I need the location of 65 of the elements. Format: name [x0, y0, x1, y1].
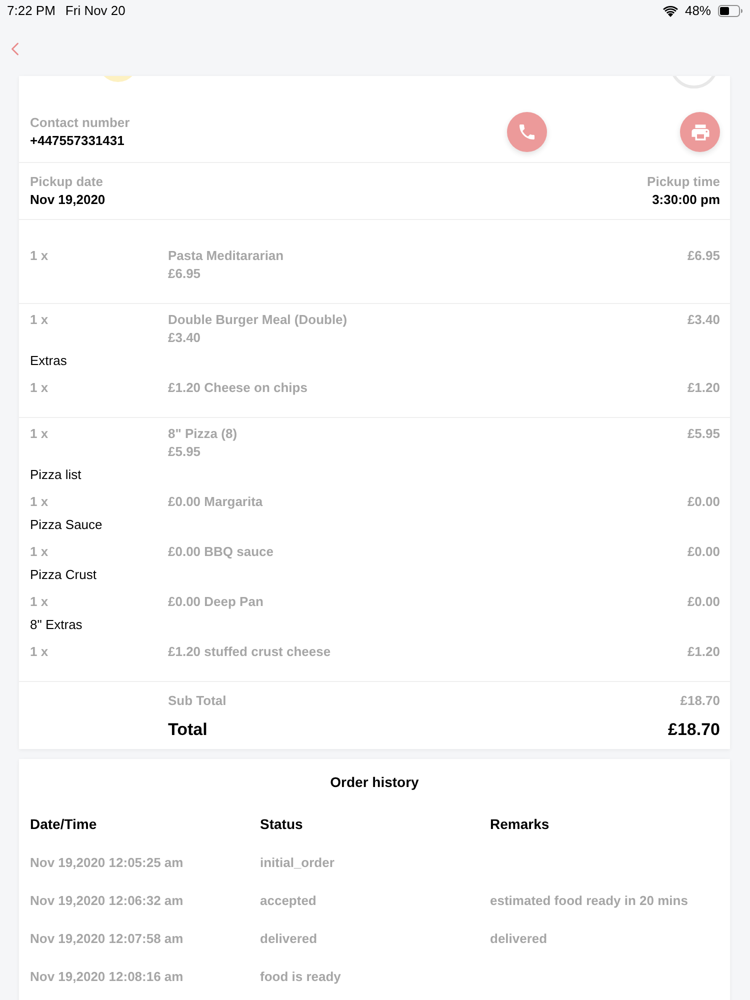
- item-price: £3.40: [687, 311, 720, 329]
- option-group-title: Pizza list: [30, 466, 82, 484]
- battery-percentage: 48%: [684, 2, 711, 20]
- item-quantity: 1 x: [30, 425, 50, 443]
- subtotal-amount: £18.70: [680, 692, 720, 710]
- option-group-title: 8" Extras: [30, 616, 82, 634]
- remarks-cell: delivered: [490, 931, 548, 946]
- item-unit-price: £5.95: [168, 443, 201, 461]
- column-header: Remarks: [490, 816, 550, 832]
- item-price: £5.95: [687, 425, 720, 443]
- option-name: £1.20 Cheese on chips: [168, 379, 308, 397]
- item-quantity: 1 x: [30, 247, 50, 265]
- column-header: Date/Time: [30, 816, 97, 832]
- order-history-title: Order history: [330, 773, 419, 792]
- item-name: 8" Pizza (8): [168, 425, 238, 443]
- datetime-cell: Nov 19,2020 12:07:58 am: [30, 931, 184, 946]
- column-header: Status: [260, 816, 303, 832]
- item-name: Double Burger Meal (Double): [168, 311, 348, 329]
- pickup-date: Nov 19,2020: [30, 191, 106, 209]
- print-button[interactable]: [680, 112, 720, 152]
- option-name: £1.20 stuffed crust cheese: [168, 643, 332, 661]
- phone-icon: [517, 122, 537, 142]
- pickup-time: 3:30:00 pm: [652, 191, 720, 209]
- contact-number: +447557331431: [30, 132, 124, 150]
- status-cell: food is ready: [260, 969, 341, 984]
- option-price: £0.00: [687, 593, 720, 611]
- item-price: £6.95: [687, 247, 720, 265]
- item-unit-price: £6.95: [168, 265, 201, 283]
- option-group-title: Pizza Crust: [30, 566, 96, 584]
- datetime-cell: Nov 19,2020 12:05:25 am: [30, 855, 184, 870]
- option-name: £0.00 Deep Pan: [168, 593, 264, 611]
- option-price: £0.00: [687, 493, 720, 511]
- option-price: £1.20: [687, 379, 720, 397]
- total-amount: £18.70: [668, 719, 720, 741]
- status-time: 7:22 PM: [7, 2, 56, 20]
- pickup-time-label: Pickup time: [647, 173, 720, 191]
- option-price: £1.20: [687, 643, 720, 661]
- call-button[interactable]: [507, 112, 547, 152]
- item-name: Pasta Meditararian: [168, 247, 284, 265]
- status-cell: accepted: [260, 893, 316, 908]
- subtotal-label: Sub Total: [168, 692, 226, 710]
- datetime-cell: Nov 19,2020 12:06:32 am: [30, 893, 184, 908]
- option-price: £0.00: [687, 543, 720, 561]
- option-quantity: 1 x: [30, 643, 50, 661]
- option-name: £0.00 Margarita: [168, 493, 264, 511]
- datetime-cell: Nov 19,2020 12:08:16 am: [30, 969, 184, 984]
- option-group-title: Extras: [30, 352, 67, 370]
- item-unit-price: £3.40: [168, 329, 201, 347]
- option-name: £0.00 BBQ sauce: [168, 543, 275, 561]
- option-quantity: 1 x: [30, 493, 50, 511]
- wifi-icon: [662, 6, 678, 16]
- status-date: Fri Nov 20: [65, 2, 126, 20]
- battery-icon: [718, 5, 743, 17]
- item-quantity: 1 x: [30, 311, 50, 329]
- pickup-date-label: Pickup date: [30, 173, 103, 191]
- print-icon: [690, 122, 710, 142]
- total-label: Total: [168, 719, 208, 741]
- remarks-cell: estimated food ready in 20 mins: [490, 893, 688, 908]
- status-cell: initial_order: [260, 855, 334, 870]
- status-cell: delivered: [260, 931, 318, 946]
- option-quantity: 1 x: [30, 379, 50, 397]
- option-quantity: 1 x: [30, 593, 50, 611]
- option-quantity: 1 x: [30, 543, 50, 561]
- contact-label: Contact number: [30, 114, 130, 132]
- option-group-title: Pizza Sauce: [30, 516, 102, 534]
